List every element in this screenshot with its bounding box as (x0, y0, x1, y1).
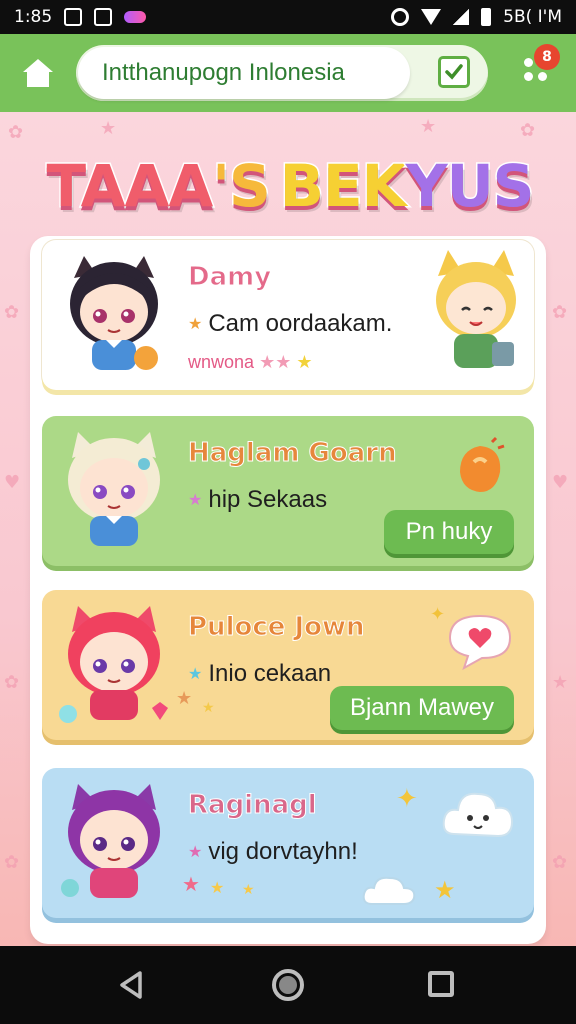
flower-icon: ✿ (4, 672, 20, 693)
avatar (54, 598, 174, 732)
sparkle-icon: ★ (176, 688, 193, 709)
status-bar: 1:85 5B( I'M (0, 0, 576, 34)
status-right-text: 5B( I'M (503, 7, 562, 27)
wifi-icon (421, 9, 442, 25)
cat-character-illustration (428, 246, 524, 384)
heart-icon: ♥ (4, 472, 21, 493)
checkbox-icon (445, 64, 463, 80)
flower-icon: ✿ (520, 120, 536, 141)
star-icon: ★ (188, 316, 203, 333)
character-card[interactable]: Puloce Jown ★ Inio cekaan ★ ★ ✦ Bjann Ma… (42, 590, 534, 740)
cloud-icon (94, 8, 113, 26)
card-tag: wnwona ★★ ★ (188, 352, 313, 373)
sparkle-icon: ★ (434, 876, 456, 904)
title-part-1: TAAA (45, 151, 215, 222)
card-subtitle-text: Cam oordaakam. (208, 310, 393, 337)
sparkle-icon: ✦ (396, 784, 418, 814)
status-right: 5B( I'M (391, 7, 562, 27)
avatar (54, 248, 174, 382)
sparkle-icon: ★ (296, 352, 313, 372)
app-bar: Intthanupogn Inlonesia 8 (0, 34, 576, 112)
character-list: Damy ★ Cam oordaakam. wnwona ★★ ★ Haglam… (30, 236, 546, 944)
checkbox-button[interactable] (438, 56, 470, 88)
sparkle-icon: ★ (182, 872, 200, 896)
heart-icon: ♥ (552, 472, 569, 493)
title-part-3: BEK (278, 151, 408, 222)
sparkle-icon: ✦ (430, 604, 446, 625)
star-icon: ★ (420, 116, 437, 137)
gear-icon (391, 8, 410, 26)
card-subtitle: ★ Cam oordaakam. (188, 310, 392, 338)
cloud-icon (362, 872, 416, 912)
status-time: 1:85 (14, 7, 53, 27)
address-bar[interactable]: Intthanupogn Inlonesia (76, 45, 488, 101)
star-icon: ★ (188, 844, 203, 861)
sparkle-icon: ★★ (259, 352, 292, 372)
heart-bubble-icon (444, 612, 516, 676)
status-left: 1:85 (14, 7, 147, 27)
signal-icon (453, 9, 470, 25)
card-action-button[interactable]: Bjann Mawey (330, 686, 514, 730)
card-title: Raginagl (188, 790, 318, 821)
home-circle-icon[interactable] (272, 969, 304, 1001)
flower-icon: ✿ (552, 302, 568, 323)
character-card[interactable]: Haglam Goarn ★ hip Sekaas Pn huky (42, 416, 534, 566)
cloud-face-icon (440, 784, 516, 852)
card-title: Puloce Jown (188, 612, 366, 643)
star-icon: ★ (188, 492, 203, 509)
app-title: TAAA 'S BEK YUS (40, 140, 540, 232)
card-title: Damy (187, 262, 272, 293)
card-action-button[interactable]: Pn huky (384, 510, 514, 554)
card-subtitle-text: Inio cekaan (208, 660, 332, 687)
card-title: Haglam Goarn (188, 438, 398, 469)
address-input[interactable]: Intthanupogn Inlonesia (78, 47, 410, 99)
recents-icon[interactable] (428, 971, 454, 997)
back-icon[interactable] (118, 970, 144, 1000)
card-subtitle: ★ Inio cekaan (188, 660, 331, 688)
sparkle-icon: ★ (202, 700, 215, 716)
title-part-2: 'S (211, 151, 272, 222)
card-subtitle-text: hip Sekaas (208, 486, 328, 513)
card-subtitle: ★ vig dorvtayhn! (188, 838, 358, 866)
battery-icon (481, 8, 492, 26)
menu-button[interactable]: 8 (516, 44, 562, 96)
star-icon: ★ (100, 118, 117, 139)
sparkle-icon: ★ (210, 878, 225, 897)
character-card[interactable]: Damy ★ Cam oordaakam. wnwona ★★ ★ (42, 240, 534, 390)
notification-badge: 8 (534, 44, 560, 70)
card-tag-text: wnwona (188, 352, 255, 372)
star-icon: ★ (188, 666, 203, 683)
image-icon (64, 8, 83, 26)
card-subtitle: ★ hip Sekaas (188, 486, 327, 514)
flower-icon: ✿ (4, 302, 20, 323)
character-card[interactable]: Raginagl ★ vig dorvtayhn! ✦ ★ ★ ★ ★ (42, 768, 534, 918)
title-part-4: YUS (404, 151, 536, 222)
flower-icon: ✿ (8, 122, 24, 143)
sparkle-icon: ★ (242, 882, 255, 898)
flower-icon: ✿ (552, 852, 568, 873)
flower-icon: ✿ (4, 852, 20, 873)
avatar (54, 424, 174, 558)
avatar (54, 776, 174, 910)
home-icon (23, 59, 53, 87)
card-subtitle-text: vig dorvtayhn! (208, 838, 358, 865)
peach-icon (452, 436, 508, 500)
home-button[interactable] (18, 54, 58, 92)
app-badge-icon (124, 11, 147, 23)
star-icon: ★ (552, 672, 569, 693)
navigation-bar (0, 946, 576, 1024)
